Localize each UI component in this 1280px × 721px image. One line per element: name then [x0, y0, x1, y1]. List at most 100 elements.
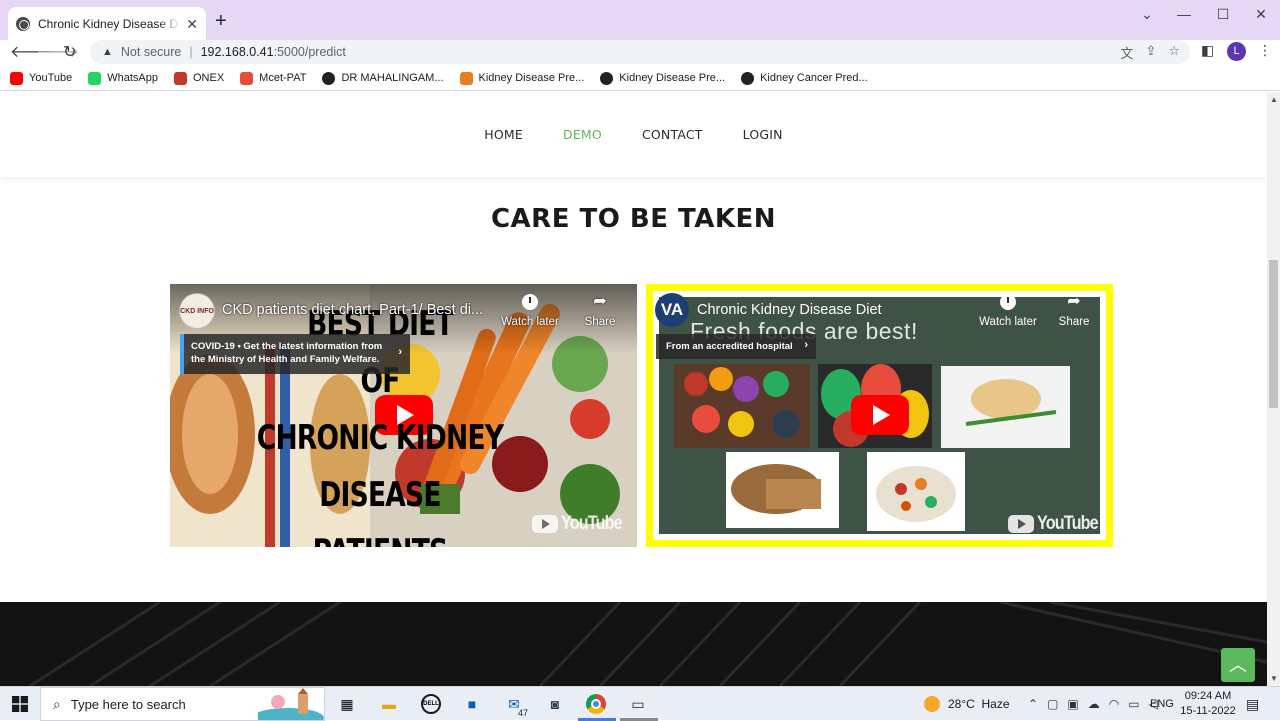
- mcet-icon: [240, 71, 254, 85]
- bookmark-item[interactable]: Kidney Disease Pre...: [600, 71, 726, 85]
- share-button[interactable]: ➦ Share: [575, 294, 625, 329]
- info-notice-panel[interactable]: From an accredited hospital ›: [656, 334, 816, 359]
- profile-avatar[interactable]: L: [1227, 42, 1246, 61]
- device-icon[interactable]: ▢: [1047, 697, 1058, 711]
- chevron-up-icon: ︿: [1229, 655, 1247, 675]
- close-window-icon[interactable]: ✕: [1246, 6, 1276, 23]
- notice-line-1: COVID-19 • Get the latest information fr…: [191, 341, 383, 352]
- taskbar-search[interactable]: ⌕ Type here to search: [40, 687, 325, 721]
- maximize-icon[interactable]: ☐: [1208, 6, 1238, 23]
- camera-icon[interactable]: ◙: [543, 692, 567, 716]
- youtube-logo-icon: [532, 515, 558, 533]
- side-panel-icon[interactable]: ◧: [1201, 42, 1214, 59]
- page-scrollbar[interactable]: ▲ ▼: [1267, 92, 1280, 686]
- notification-icon[interactable]: ▤: [1246, 687, 1259, 721]
- bookmark-item[interactable]: YouTube: [10, 71, 72, 85]
- chrome-icon[interactable]: [584, 692, 608, 716]
- clock-icon: [1000, 294, 1016, 310]
- bookmark-item[interactable]: DR MAHALINGAM...: [322, 71, 444, 85]
- tab-search-chevron-icon[interactable]: ⌄: [1132, 6, 1162, 23]
- video-embed-diet-chart[interactable]: BEST DIETOFCHRONIC KIDNEY DISEASEPATIENT…: [170, 284, 637, 547]
- windows-start-icon[interactable]: [12, 696, 28, 712]
- share-button[interactable]: ➦ Share: [1049, 294, 1099, 329]
- onedrive-icon[interactable]: ☁: [1088, 697, 1100, 711]
- meet-now-icon[interactable]: ▣: [1067, 697, 1078, 711]
- search-icon: ⌕: [53, 695, 61, 712]
- youtube-watermark[interactable]: YouTube: [1008, 513, 1108, 535]
- chevron-right-icon: ›: [398, 346, 402, 358]
- overlay-line: CHRONIC KIDNEY DISEASE: [256, 418, 504, 515]
- info-notice-panel[interactable]: COVID-19 • Get the latest information fr…: [180, 334, 410, 374]
- reload-icon[interactable]: ↻: [63, 42, 76, 64]
- bookmark-label: Mcet-PAT: [259, 72, 307, 84]
- weather-widget[interactable]: 28°C Haze: [924, 687, 1010, 721]
- video-embed-ckd-diet[interactable]: Fresh foods are best! VA Chronic Kidney …: [646, 284, 1113, 547]
- clock-time: 09:24 AM: [1184, 690, 1232, 702]
- bookmark-item[interactable]: Kidney Cancer Pred...: [741, 71, 868, 85]
- mail-icon[interactable]: ✉ 47: [502, 692, 530, 718]
- youtube-wordmark: YouTube: [1037, 513, 1099, 534]
- share-icon[interactable]: ⇪: [1145, 43, 1156, 62]
- scrollbar-thumb[interactable]: [1269, 260, 1278, 408]
- task-view-icon[interactable]: ▦: [335, 692, 359, 716]
- bookmark-label: Kidney Cancer Pred...: [760, 72, 868, 84]
- bookmarks-bar: YouTube WhatsApp ONEX Mcet-PAT DR MAHALINGAM…: [0, 66, 1280, 91]
- back-to-top-button[interactable]: ︿: [1221, 648, 1255, 682]
- globe-icon: [322, 71, 336, 85]
- nav-link-contact[interactable]: CONTACT: [642, 127, 703, 142]
- bookmark-item[interactable]: ONEX: [173, 71, 224, 85]
- chevron-right-icon: ›: [804, 339, 808, 351]
- search-highlight-illustration: [258, 688, 324, 720]
- file-explorer-icon[interactable]: ▬: [377, 692, 401, 716]
- tab-close-icon[interactable]: ✕: [186, 17, 198, 31]
- bookmark-label: WhatsApp: [107, 72, 158, 84]
- bookmark-star-icon[interactable]: ☆: [1168, 43, 1180, 62]
- tab-title: Chronic Kidney Disease Detection: [38, 16, 180, 31]
- overlay-line: PATIENTS: [216, 524, 544, 547]
- address-bar[interactable]: ▲ Not secure | 192.168.0.41 :5000/predic…: [90, 40, 1190, 64]
- bookmark-item[interactable]: WhatsApp: [88, 71, 158, 85]
- page-viewport: HOME DEMO CONTACT LOGIN CARE TO BE TAKEN: [0, 92, 1267, 686]
- channel-avatar[interactable]: VA: [655, 293, 689, 327]
- omnibox-actions: 文 ⇪ ☆: [1120, 43, 1180, 62]
- mail-badge: 47: [515, 708, 530, 718]
- battery-icon[interactable]: ▭: [1128, 697, 1139, 711]
- weather-label: 28°C Haze: [948, 697, 1010, 711]
- nav-link-login[interactable]: LOGIN: [743, 127, 783, 142]
- sun-haze-icon: [924, 696, 940, 712]
- scroll-up-icon[interactable]: ▲: [1270, 95, 1278, 104]
- site-navbar: HOME DEMO CONTACT LOGIN: [0, 92, 1267, 177]
- video-title[interactable]: Chronic Kidney Disease Diet: [697, 302, 967, 318]
- footer-hero-band: [0, 602, 1267, 686]
- minimize-icon[interactable]: —: [1169, 6, 1199, 22]
- youtube-icon: [10, 71, 23, 85]
- channel-avatar[interactable]: CKD INFO: [179, 293, 215, 329]
- clock[interactable]: 09:24 AM 15-11-2022: [1178, 689, 1238, 719]
- nav-link-home[interactable]: HOME: [484, 127, 523, 142]
- browser-tab[interactable]: Chronic Kidney Disease Detection ✕: [8, 7, 206, 40]
- menu-dots-icon[interactable]: ⋮: [1258, 42, 1272, 59]
- url-host: 192.168.0.41: [200, 45, 274, 59]
- watch-later-button[interactable]: Watch later: [976, 294, 1040, 328]
- new-tab-button[interactable]: +: [215, 11, 227, 31]
- nav-link-demo[interactable]: DEMO: [563, 127, 602, 142]
- scroll-down-icon[interactable]: ▼: [1270, 674, 1278, 683]
- wifi-icon[interactable]: ◠: [1109, 697, 1119, 711]
- translate-icon[interactable]: 文: [1120, 43, 1133, 62]
- browser-titlebar: Chronic Kidney Disease Detection ✕ + ⌄ —…: [0, 0, 1280, 40]
- terminal-icon[interactable]: ▭: [626, 692, 650, 716]
- bookmark-item[interactable]: Mcet-PAT: [240, 71, 307, 85]
- watch-later-button[interactable]: Watch later: [500, 294, 560, 328]
- globe-icon: [741, 71, 755, 85]
- bookmark-label: Kidney Disease Pre...: [619, 72, 726, 84]
- store-icon[interactable]: ■: [460, 692, 484, 716]
- windows-taskbar: ⌕ Type here to search ▦ ▬ DELL ■ ✉ 47 ◙ …: [0, 686, 1280, 721]
- youtube-watermark[interactable]: YouTube: [532, 513, 632, 535]
- dell-icon[interactable]: DELL: [419, 692, 443, 716]
- chevron-up-icon[interactable]: ⌃: [1028, 697, 1038, 711]
- language-indicator[interactable]: ENG: [1150, 687, 1174, 721]
- share-label: Share: [1058, 316, 1090, 328]
- video-title[interactable]: CKD patients diet chart, Part-1/ Best di…: [222, 302, 497, 318]
- kidney-icon: [459, 71, 473, 85]
- bookmark-item[interactable]: Kidney Disease Pre...: [459, 71, 584, 85]
